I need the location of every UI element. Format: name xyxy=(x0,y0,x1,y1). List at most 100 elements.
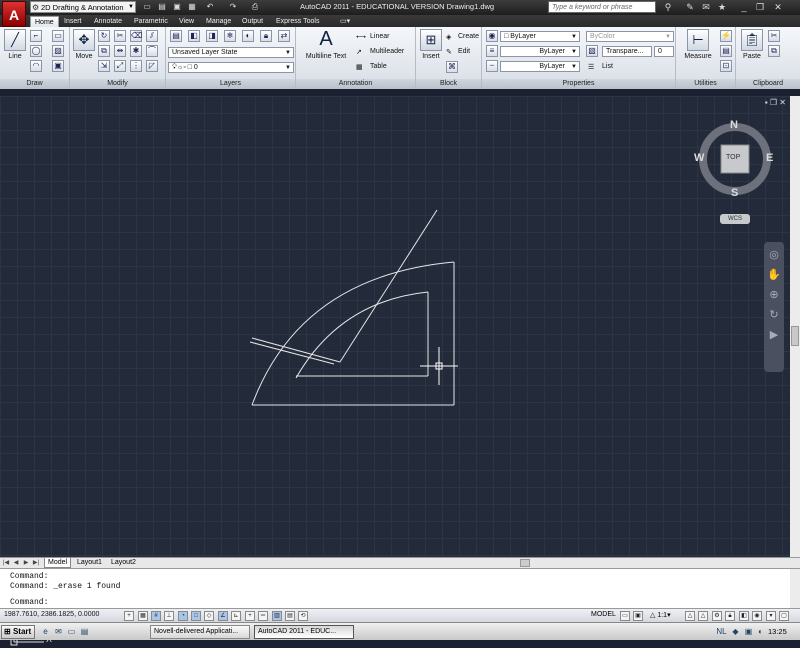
layer-properties-icon[interactable]: ▤ xyxy=(170,30,182,42)
multileader-button[interactable]: Multileader xyxy=(370,48,404,55)
search-input[interactable]: Type a keyword or phrase xyxy=(548,1,656,13)
cut-icon[interactable]: ✂ xyxy=(768,30,780,42)
calculator-icon[interactable]: ▤ xyxy=(720,45,732,57)
quick-view-drawings-icon[interactable]: ▣ xyxy=(633,611,643,621)
dynamic-input-icon[interactable]: + xyxy=(245,611,255,621)
offset-icon[interactable]: ⫽ xyxy=(146,30,158,42)
next-layout-icon[interactable]: ▶ xyxy=(22,558,30,568)
exchange-icon[interactable]: ✉ xyxy=(700,1,712,13)
star-icon[interactable]: ★ xyxy=(716,1,728,13)
hatch-icon[interactable]: ▨ xyxy=(52,45,64,57)
minimize-icon[interactable]: _ xyxy=(738,1,750,13)
layer-state-dropdown[interactable]: Unsaved Layer State ▼ xyxy=(168,47,294,58)
hardware-accel-icon[interactable]: ◧ xyxy=(739,611,749,621)
trim-icon[interactable]: ✂ xyxy=(114,30,126,42)
linetype-dropdown[interactable]: ByLayer ▼ xyxy=(500,46,580,57)
close-icon[interactable]: ✕ xyxy=(772,1,784,13)
transparency-toggle-icon[interactable]: ▥ xyxy=(272,611,282,621)
annotation-panel-label[interactable]: Annotation xyxy=(296,79,415,89)
grid-display-icon[interactable]: # xyxy=(151,611,161,621)
tab-output[interactable]: Output xyxy=(238,16,267,27)
language-icon[interactable]: NL xyxy=(716,626,727,637)
desktop-icon[interactable]: ▭ xyxy=(66,626,77,637)
taskbar-novell-window[interactable]: Novell-delivered Applicati... xyxy=(150,625,250,639)
transparency-dropdown[interactable]: Transpare... xyxy=(602,46,652,57)
first-layout-icon[interactable]: |◀ xyxy=(2,558,10,568)
chamfer-icon[interactable]: ◸ xyxy=(146,60,158,72)
quick-select-icon[interactable]: ⚡ xyxy=(720,30,732,42)
utilities-panel-label[interactable]: Utilities xyxy=(676,79,735,89)
match-properties-icon[interactable]: ◉ xyxy=(486,30,498,42)
ie-icon[interactable]: e xyxy=(40,626,51,637)
status-bar-menu-icon[interactable]: ▾ xyxy=(766,611,776,621)
tab-insert[interactable]: Insert xyxy=(60,16,86,27)
horizontal-scroll-thumb[interactable] xyxy=(520,559,530,567)
prev-layout-icon[interactable]: ◀ xyxy=(12,558,20,568)
viewcube-top-face[interactable]: TOP xyxy=(726,154,740,161)
tab-layout2[interactable]: Layout2 xyxy=(108,558,139,568)
linetype-icon[interactable]: ┈ xyxy=(486,60,498,72)
insert-block-button[interactable]: ⊞ Insert xyxy=(418,29,444,60)
auto-scale-icon[interactable]: △ xyxy=(698,611,708,621)
tools-icon[interactable]: ✎ xyxy=(684,1,696,13)
tab-layout1[interactable]: Layout1 xyxy=(74,558,105,568)
copy-clip-icon[interactable]: ⧉ xyxy=(768,45,780,57)
zoom-icon[interactable]: ⊕ xyxy=(767,288,781,302)
tray-app-icon[interactable]: ◆ xyxy=(730,626,741,637)
application-menu-button[interactable]: A xyxy=(2,1,26,27)
tab-home[interactable]: Home xyxy=(30,16,59,27)
create-block-button[interactable]: Create xyxy=(458,33,479,40)
object-snap-tracking-icon[interactable]: ∠ xyxy=(218,611,228,621)
attribute-icon[interactable]: ⌘ xyxy=(446,61,458,73)
viewport-controls[interactable]: ▪ ❐ ✕ xyxy=(765,98,786,107)
new-file-icon[interactable]: ▭ xyxy=(142,2,152,12)
copy-icon[interactable]: ⧉ xyxy=(98,45,110,57)
save-as-icon[interactable]: ▦ xyxy=(187,2,197,12)
orbit-icon[interactable]: ↻ xyxy=(767,308,781,322)
lineweight-toggle-icon[interactable]: ═ xyxy=(258,611,268,621)
tab-manage[interactable]: Manage xyxy=(202,16,235,27)
measure-button[interactable]: ⊢ Measure xyxy=(680,29,716,60)
quick-view-layouts-icon[interactable]: ▭ xyxy=(620,611,630,621)
drawing-canvas[interactable]: Y X xyxy=(0,96,790,646)
open-folder-icon[interactable]: ▤ xyxy=(157,2,167,12)
rectangle-icon[interactable]: ▭ xyxy=(52,30,64,42)
tab-view[interactable]: View xyxy=(175,16,198,27)
properties-panel-label[interactable]: Properties xyxy=(482,79,675,89)
polyline-icon[interactable]: ⌐ xyxy=(30,30,42,42)
selection-cycling-icon[interactable]: ⟲ xyxy=(298,611,308,621)
annotation-scale[interactable]: △ 1:1▾ xyxy=(650,611,671,619)
lineweight-dropdown[interactable]: ByLayer ▼ xyxy=(500,61,580,72)
array-icon[interactable]: ⋮ xyxy=(130,60,142,72)
redo-icon[interactable]: ↷ xyxy=(228,2,238,12)
explode-icon[interactable]: ✱ xyxy=(130,45,142,57)
modify-panel-label[interactable]: Modify xyxy=(70,79,165,89)
restore-icon[interactable]: ❐ xyxy=(754,1,766,13)
start-button[interactable]: ⊞ Start xyxy=(1,625,35,639)
list-button[interactable]: List xyxy=(602,63,613,70)
color-dropdown[interactable]: □ ByLayer ▼ xyxy=(500,31,580,42)
last-layout-icon[interactable]: ▶| xyxy=(32,558,40,568)
dynamic-ucs-icon[interactable]: ⊾ xyxy=(231,611,241,621)
clean-screen-icon[interactable]: ▢ xyxy=(779,611,789,621)
ribbon-toggle-icon[interactable]: ▭▾ xyxy=(336,16,354,27)
isolate-objects-icon[interactable]: ◉ xyxy=(752,611,762,621)
wcs-dropdown[interactable]: WCS xyxy=(720,214,750,224)
annotation-visibility-icon[interactable]: △ xyxy=(685,611,695,621)
move-button[interactable]: ✥ Move xyxy=(72,29,96,60)
transparency-icon[interactable]: ▧ xyxy=(586,45,598,57)
mail-icon[interactable]: ✉ xyxy=(53,626,64,637)
arc-icon[interactable]: ◠ xyxy=(30,60,42,72)
layer-off-icon[interactable]: ◐ xyxy=(242,30,254,42)
layer-lock-icon[interactable]: 🔒︎ xyxy=(260,30,272,42)
table-button[interactable]: Table xyxy=(370,63,387,70)
current-layer-dropdown[interactable]: 💡︎☼▫ □ 0 ▼ xyxy=(168,62,294,73)
command-scrollbar[interactable] xyxy=(790,569,800,609)
command-input[interactable]: Command: xyxy=(10,598,48,607)
rotate-icon[interactable]: ↻ xyxy=(98,30,110,42)
3d-osnap-icon[interactable]: ◇ xyxy=(204,611,214,621)
compass-south[interactable]: S xyxy=(731,187,738,199)
network-icon[interactable]: ▣ xyxy=(743,626,754,637)
paste-button[interactable]: 📋︎ Paste xyxy=(738,29,766,60)
layer-unisolate-icon[interactable]: ◨ xyxy=(206,30,218,42)
